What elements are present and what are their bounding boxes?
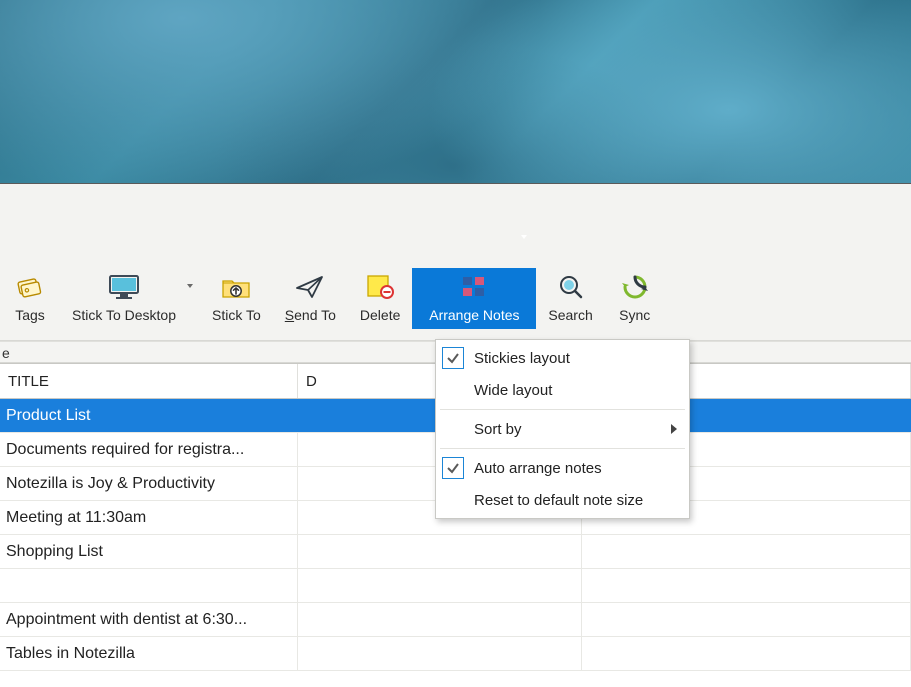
check-icon: [442, 347, 464, 369]
chevron-down-icon: [187, 284, 193, 288]
cell-title: Product List: [0, 399, 298, 432]
menu-auto-arrange[interactable]: Auto arrange notes: [438, 452, 687, 484]
cell-extra: [582, 637, 911, 670]
stick-to-label: Stick To: [212, 307, 261, 323]
column-header-title[interactable]: TITLE: [0, 364, 298, 398]
menu-wide-layout[interactable]: Wide layout: [438, 374, 687, 406]
sync-icon: [620, 271, 650, 303]
menu-stickies-layout[interactable]: Stickies layout: [438, 342, 687, 374]
sync-label: Sync: [619, 307, 650, 323]
desktop-background: [0, 0, 911, 184]
search-button[interactable]: Search: [536, 268, 604, 329]
send-to-label: Send To: [285, 307, 336, 323]
cell-due: [298, 569, 582, 602]
cell-due: [298, 535, 582, 568]
stick-to-desktop-label: Stick To Desktop: [72, 307, 176, 323]
chevron-right-icon: [671, 424, 677, 434]
paper-plane-icon: [294, 271, 326, 303]
chevron-down-icon: [521, 235, 527, 239]
table-row[interactable]: Shopping List: [0, 535, 911, 569]
cell-extra: [582, 535, 911, 568]
app-window: Tags Stick To Desktop: [0, 184, 911, 671]
column-header-label: TITLE: [8, 373, 49, 390]
sync-button[interactable]: Sync: [605, 268, 665, 329]
menu-separator: [440, 448, 685, 449]
grid-icon: [459, 271, 489, 303]
arrange-notes-button[interactable]: Arrange Notes: [412, 268, 536, 329]
cell-due: [298, 603, 582, 636]
stick-to-button[interactable]: Stick To: [200, 268, 273, 329]
column-header-label: D: [306, 373, 317, 390]
send-to-button[interactable]: Send To: [273, 268, 348, 329]
cell-title: Notezilla is Joy & Productivity: [0, 467, 298, 500]
folder-up-icon: [220, 271, 252, 303]
menu-sort-by[interactable]: Sort by: [438, 413, 687, 445]
cell-title: [0, 569, 298, 602]
cell-title: Tables in Notezilla: [0, 637, 298, 670]
stick-to-desktop-button[interactable]: Stick To Desktop: [60, 268, 188, 329]
menu-item-label: Auto arrange notes: [474, 460, 602, 477]
table-row[interactable]: Appointment with dentist at 6:30...: [0, 603, 911, 637]
cell-title: Shopping List: [0, 535, 298, 568]
tags-label: Tags: [15, 307, 45, 323]
arrange-notes-menu: Stickies layout Wide layout Sort by Auto…: [435, 339, 690, 519]
cell-title: Appointment with dentist at 6:30...: [0, 603, 298, 636]
table-row[interactable]: [0, 569, 911, 603]
monitor-icon: [106, 271, 142, 303]
delete-label: Delete: [360, 307, 400, 323]
menu-item-label: Sort by: [474, 421, 522, 438]
menu-item-label: Wide layout: [474, 382, 552, 399]
cell-extra: [582, 603, 911, 636]
menu-item-label: Reset to default note size: [474, 492, 643, 509]
cell-extra: [582, 569, 911, 602]
tags-button[interactable]: Tags: [0, 268, 60, 329]
cell-title: Documents required for registra...: [0, 433, 298, 466]
stick-to-desktop-dropdown[interactable]: [184, 268, 196, 288]
menu-reset-size[interactable]: Reset to default note size: [438, 484, 687, 516]
delete-button[interactable]: Delete: [348, 268, 412, 329]
arrange-notes-label: Arrange Notes: [429, 307, 519, 323]
menu-item-label: Stickies layout: [474, 350, 570, 367]
note-delete-icon: [365, 271, 395, 303]
search-label: Search: [548, 307, 592, 323]
sub-header-fragment: e: [2, 345, 10, 361]
menu-separator: [440, 409, 685, 410]
table-row[interactable]: Tables in Notezilla: [0, 637, 911, 671]
tags-icon: [13, 271, 47, 303]
check-icon: [442, 457, 464, 479]
toolbar-area: Tags Stick To Desktop: [0, 184, 911, 341]
cell-due: [298, 637, 582, 670]
toolbar: Tags Stick To Desktop: [0, 268, 911, 340]
search-icon: [556, 271, 586, 303]
cell-title: Meeting at 11:30am: [0, 501, 298, 534]
